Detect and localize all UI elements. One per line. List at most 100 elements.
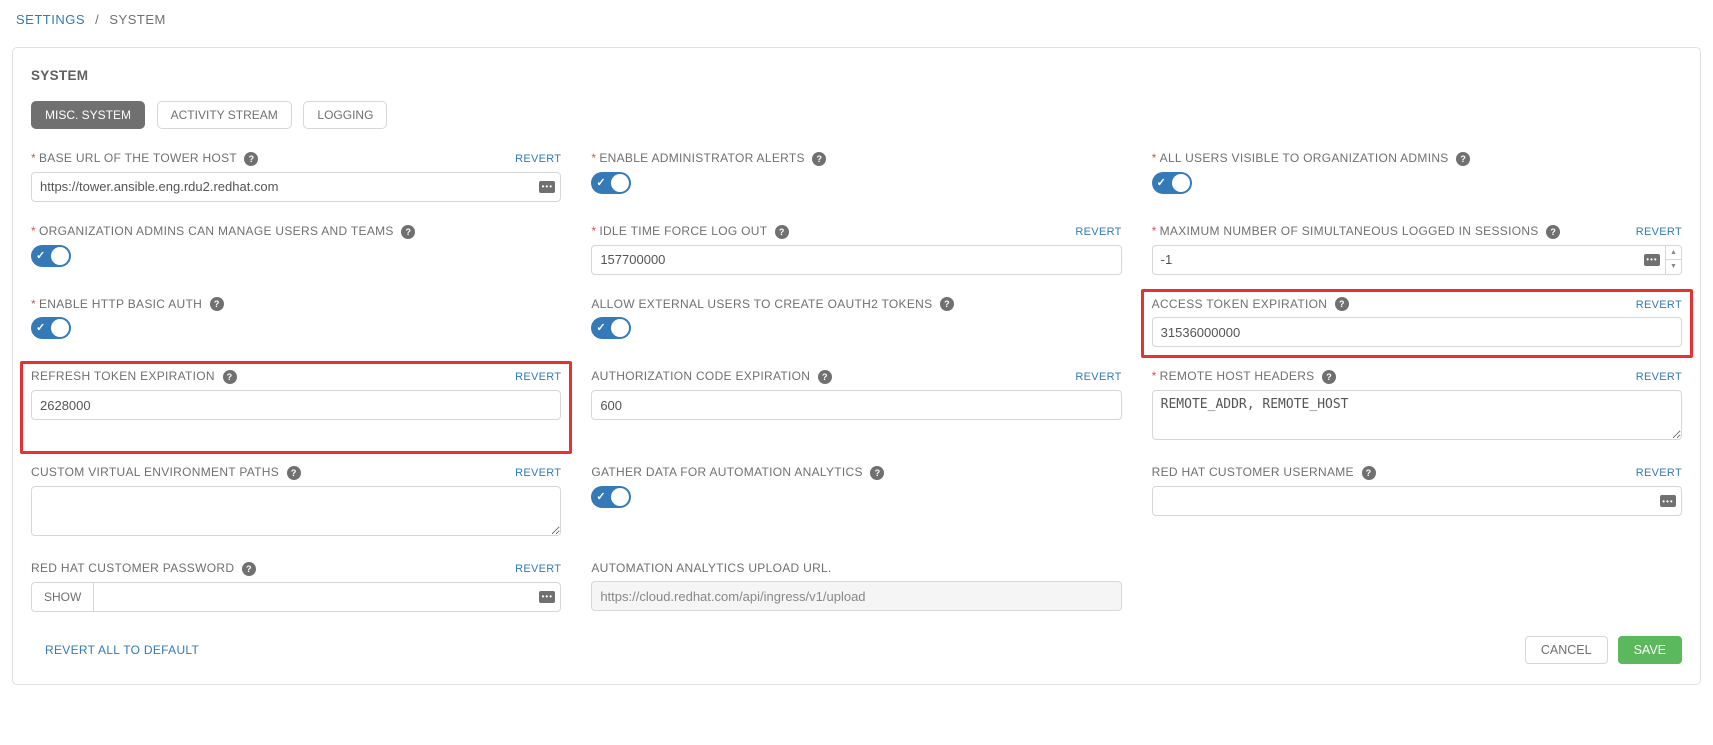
label-gather-analytics: GATHER DATA FOR AUTOMATION ANALYTICS ? — [591, 465, 884, 480]
help-icon[interactable]: ? — [287, 466, 301, 480]
breadcrumb-root[interactable]: SETTINGS — [16, 12, 85, 27]
help-icon[interactable]: ? — [244, 152, 258, 166]
field-http-basic: *ENABLE HTTP BASIC AUTH ? ✓ — [31, 297, 561, 348]
toggle-http-basic[interactable]: ✓ — [31, 317, 71, 339]
label-venv-paths: CUSTOM VIRTUAL ENVIRONMENT PATHS ? — [31, 465, 301, 480]
help-icon[interactable]: ? — [1335, 297, 1349, 311]
help-icon[interactable]: ? — [870, 466, 884, 480]
textarea-remote-headers[interactable]: REMOTE_ADDR, REMOTE_HOST — [1152, 390, 1682, 440]
help-icon[interactable]: ? — [940, 297, 954, 311]
textarea-venv-paths[interactable] — [31, 486, 561, 536]
show-password-button[interactable]: SHOW — [31, 582, 93, 612]
tab-logging[interactable]: LOGGING — [303, 101, 387, 129]
revert-all-button[interactable]: REVERT ALL TO DEFAULT — [31, 643, 199, 657]
expand-icon[interactable]: ••• — [539, 181, 555, 193]
help-icon[interactable]: ? — [401, 225, 415, 239]
field-max-sessions: *MAXIMUM NUMBER OF SIMULTANEOUS LOGGED I… — [1152, 224, 1682, 275]
system-panel: SYSTEM MISC. SYSTEM ACTIVITY STREAM LOGG… — [12, 47, 1701, 685]
field-oauth-external: ALLOW EXTERNAL USERS TO CREATE OAUTH2 TO… — [591, 297, 1121, 348]
label-auth-code: AUTHORIZATION CODE EXPIRATION ? — [591, 369, 832, 384]
label-http-basic: *ENABLE HTTP BASIC AUTH ? — [31, 297, 224, 312]
input-base-url[interactable] — [31, 172, 561, 202]
label-base-url: *BASE URL OF THE TOWER HOST ? — [31, 151, 258, 166]
settings-grid: *BASE URL OF THE TOWER HOST ? REVERT •••… — [31, 151, 1682, 612]
label-rh-password: RED HAT CUSTOMER PASSWORD ? — [31, 561, 256, 576]
field-refresh-token: REFRESH TOKEN EXPIRATION ? REVERT — [20, 361, 572, 454]
revert-rh-password[interactable]: REVERT — [515, 563, 561, 575]
field-empty — [1152, 561, 1682, 612]
field-remote-headers: *REMOTE HOST HEADERS ? REVERT REMOTE_ADD… — [1152, 369, 1682, 443]
help-icon[interactable]: ? — [818, 370, 832, 384]
field-auth-code: AUTHORIZATION CODE EXPIRATION ? REVERT — [591, 369, 1121, 443]
input-rh-password[interactable] — [93, 582, 561, 612]
label-org-admins-manage: *ORGANIZATION ADMINS CAN MANAGE USERS AN… — [31, 224, 415, 239]
expand-icon[interactable]: ••• — [1644, 254, 1660, 266]
input-access-token[interactable] — [1152, 317, 1682, 347]
help-icon[interactable]: ? — [1546, 225, 1560, 239]
label-refresh-token: REFRESH TOKEN EXPIRATION ? — [31, 369, 237, 384]
field-venv-paths: CUSTOM VIRTUAL ENVIRONMENT PATHS ? REVER… — [31, 465, 561, 539]
footer: REVERT ALL TO DEFAULT CANCEL SAVE — [31, 636, 1682, 664]
label-admin-alerts: *ENABLE ADMINISTRATOR ALERTS ? — [591, 151, 826, 166]
revert-base-url[interactable]: REVERT — [515, 153, 561, 165]
field-rh-password: RED HAT CUSTOMER PASSWORD ? REVERT SHOW … — [31, 561, 561, 612]
help-icon[interactable]: ? — [223, 370, 237, 384]
input-idle-time[interactable] — [591, 245, 1121, 275]
revert-refresh-token[interactable]: REVERT — [515, 371, 561, 383]
breadcrumb: SETTINGS / SYSTEM — [0, 0, 1713, 35]
help-icon[interactable]: ? — [1456, 152, 1470, 166]
revert-max-sessions[interactable]: REVERT — [1636, 226, 1682, 238]
revert-remote-headers[interactable]: REVERT — [1636, 371, 1682, 383]
label-rh-username: RED HAT CUSTOMER USERNAME ? — [1152, 465, 1376, 480]
spinner-up-icon[interactable]: ▲ — [1666, 246, 1681, 261]
tab-misc-system[interactable]: MISC. SYSTEM — [31, 101, 145, 129]
field-idle-time: *IDLE TIME FORCE LOG OUT ? REVERT — [591, 224, 1121, 275]
tab-activity-stream[interactable]: ACTIVITY STREAM — [157, 101, 292, 129]
panel-title: SYSTEM — [31, 68, 1682, 83]
label-idle-time: *IDLE TIME FORCE LOG OUT ? — [591, 224, 788, 239]
label-max-sessions: *MAXIMUM NUMBER OF SIMULTANEOUS LOGGED I… — [1152, 224, 1561, 239]
input-refresh-token[interactable] — [31, 390, 561, 420]
toggle-org-admins-manage[interactable]: ✓ — [31, 245, 71, 267]
help-icon[interactable]: ? — [210, 297, 224, 311]
help-icon[interactable]: ? — [1362, 466, 1376, 480]
save-button[interactable]: SAVE — [1618, 636, 1682, 664]
expand-icon[interactable]: ••• — [1660, 495, 1676, 507]
toggle-oauth-external[interactable]: ✓ — [591, 317, 631, 339]
breadcrumb-current: SYSTEM — [109, 12, 165, 27]
label-all-users-visible: *ALL USERS VISIBLE TO ORGANIZATION ADMIN… — [1152, 151, 1471, 166]
help-icon[interactable]: ? — [242, 562, 256, 576]
toggle-all-users-visible[interactable]: ✓ — [1152, 172, 1192, 194]
revert-idle-time[interactable]: REVERT — [1075, 226, 1121, 238]
revert-auth-code[interactable]: REVERT — [1075, 371, 1121, 383]
help-icon[interactable]: ? — [775, 225, 789, 239]
breadcrumb-sep: / — [95, 12, 99, 27]
spinner-max-sessions[interactable]: ▲▼ — [1665, 246, 1681, 274]
field-all-users-visible: *ALL USERS VISIBLE TO ORGANIZATION ADMIN… — [1152, 151, 1682, 202]
label-remote-headers: *REMOTE HOST HEADERS ? — [1152, 369, 1336, 384]
field-base-url: *BASE URL OF THE TOWER HOST ? REVERT ••• — [31, 151, 561, 202]
field-upload-url: AUTOMATION ANALYTICS UPLOAD URL. — [591, 561, 1121, 612]
input-max-sessions[interactable] — [1152, 245, 1682, 275]
toggle-admin-alerts[interactable]: ✓ — [591, 172, 631, 194]
label-oauth-external: ALLOW EXTERNAL USERS TO CREATE OAUTH2 TO… — [591, 297, 954, 312]
input-auth-code[interactable] — [591, 390, 1121, 420]
label-upload-url: AUTOMATION ANALYTICS UPLOAD URL. — [591, 561, 831, 575]
input-rh-username[interactable] — [1152, 486, 1682, 516]
revert-rh-username[interactable]: REVERT — [1636, 467, 1682, 479]
revert-access-token[interactable]: REVERT — [1636, 299, 1682, 311]
revert-venv-paths[interactable]: REVERT — [515, 467, 561, 479]
field-admin-alerts: *ENABLE ADMINISTRATOR ALERTS ? ✓ — [591, 151, 1121, 202]
field-org-admins-manage: *ORGANIZATION ADMINS CAN MANAGE USERS AN… — [31, 224, 561, 275]
help-icon[interactable]: ? — [1322, 370, 1336, 384]
cancel-button[interactable]: CANCEL — [1525, 636, 1608, 664]
spinner-down-icon[interactable]: ▼ — [1666, 260, 1681, 274]
expand-icon[interactable]: ••• — [539, 591, 555, 603]
toggle-gather-analytics[interactable]: ✓ — [591, 486, 631, 508]
help-icon[interactable]: ? — [812, 152, 826, 166]
label-access-token: ACCESS TOKEN EXPIRATION ? — [1152, 297, 1349, 312]
field-rh-username: RED HAT CUSTOMER USERNAME ? REVERT ••• — [1152, 465, 1682, 539]
input-upload-url — [591, 581, 1121, 611]
tabs: MISC. SYSTEM ACTIVITY STREAM LOGGING — [31, 101, 1682, 129]
field-gather-analytics: GATHER DATA FOR AUTOMATION ANALYTICS ? ✓ — [591, 465, 1121, 539]
